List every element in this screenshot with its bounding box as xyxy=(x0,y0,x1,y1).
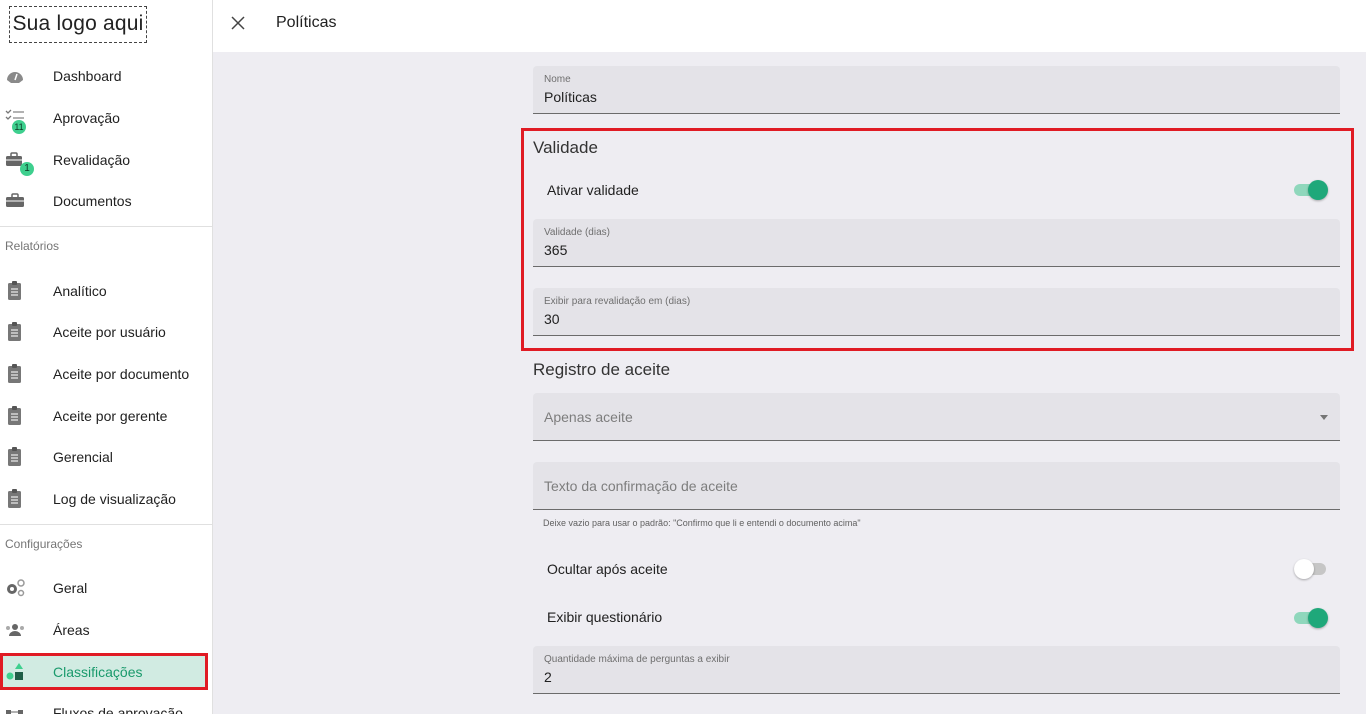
validade-section-title: Validade xyxy=(533,138,598,157)
sidebar-item-aprovacao[interactable]: 11 Aprovação xyxy=(0,97,212,138)
sidebar-item-label: Aceite por gerente xyxy=(53,407,168,424)
field-label: Validade (dias) xyxy=(544,227,610,238)
sidebar-item-label: Log de visualização xyxy=(53,490,176,507)
chevron-down-icon xyxy=(1320,415,1328,420)
field-value: 30 xyxy=(544,311,560,327)
ativar-validade-toggle[interactable] xyxy=(1294,180,1328,200)
sidebar-item-label: Aceite por usuário xyxy=(53,323,166,340)
clipboard-icon xyxy=(8,446,21,466)
exibir-questionario-toggle[interactable] xyxy=(1294,608,1328,628)
qtd-perguntas-field[interactable]: Quantidade máxima de perguntas a exibir … xyxy=(533,646,1340,694)
select-value: Apenas aceite xyxy=(544,409,633,425)
close-icon[interactable] xyxy=(229,14,247,32)
sidebar-item-fluxos[interactable]: Fluxos de aprovação xyxy=(0,692,212,714)
ativar-validade-label: Ativar validade xyxy=(547,182,639,198)
clipboard-icon xyxy=(8,363,21,383)
config-section-label: Configurações xyxy=(5,537,83,551)
sidebar-item-label: Analítico xyxy=(53,282,107,299)
sidebar-item-analitico[interactable]: Analítico xyxy=(0,270,212,311)
sidebar-item-aceite-por-documento[interactable]: Aceite por documento xyxy=(0,353,212,394)
sidebar-item-geral[interactable]: Geral xyxy=(0,567,212,608)
sidebar-item-label: Revalidação xyxy=(53,151,131,168)
users-icon xyxy=(6,623,24,636)
field-label: Exibir para revalidação em (dias) xyxy=(544,296,691,307)
field-placeholder: Texto da confirmação de aceite xyxy=(544,478,738,494)
registro-section-title: Registro de aceite xyxy=(533,360,671,379)
gauge-icon xyxy=(7,71,23,83)
sidebar-item-label: Documentos xyxy=(53,192,132,209)
field-label: Nome xyxy=(544,74,571,85)
sidebar-item-label: Fluxos de aprovação xyxy=(53,704,183,714)
sidebar-item-documentos[interactable]: Documentos xyxy=(0,180,212,221)
gears-icon xyxy=(7,578,25,596)
divider xyxy=(0,524,212,525)
sidebar-item-revalidacao[interactable]: 1 Revalidação xyxy=(0,139,212,180)
exibir-questionario-label: Exibir questionário xyxy=(547,609,663,625)
clipboard-icon xyxy=(8,321,21,341)
field-value: Políticas xyxy=(544,89,597,105)
main-content: Nome Políticas Validade Ativar validade … xyxy=(213,52,1366,714)
sidebar-item-label: Gerencial xyxy=(53,448,113,465)
validade-dias-field[interactable]: Validade (dias) 365 xyxy=(533,219,1340,267)
toggle-thumb xyxy=(1308,608,1328,628)
toggle-thumb xyxy=(1294,559,1314,579)
logo: Sua logo aqui xyxy=(9,6,147,43)
registro-aceite-select[interactable]: Apenas aceite xyxy=(533,393,1340,441)
toggle-thumb xyxy=(1308,180,1328,200)
sidebar-item-classificacoes[interactable]: Classificações xyxy=(0,653,208,690)
page-title: Políticas xyxy=(276,14,337,31)
sidebar-item-label: Áreas xyxy=(53,621,90,638)
texto-confirmacao-field[interactable]: Texto da confirmação de aceite xyxy=(533,462,1340,510)
ocultar-apos-aceite-toggle[interactable] xyxy=(1294,559,1326,579)
texto-confirmacao-hint: Deixe vazio para usar o padrão: "Confirm… xyxy=(543,518,861,528)
sidebar-item-areas[interactable]: Áreas xyxy=(0,609,212,650)
clipboard-icon xyxy=(8,280,21,300)
exibir-revalidacao-field[interactable]: Exibir para revalidação em (dias) 30 xyxy=(533,288,1340,336)
ocultar-apos-aceite-label: Ocultar após aceite xyxy=(547,561,668,577)
sidebar-item-label: Dashboard xyxy=(53,67,122,84)
nome-field[interactable]: Nome Políticas xyxy=(533,66,1340,114)
sidebar-item-label: Aceite por documento xyxy=(53,365,190,382)
sidebar-item-label: Geral xyxy=(53,579,88,596)
briefcase-icon xyxy=(6,192,24,207)
sidebar: Sua logo aqui Dashboard 11 Aprovação 1 R… xyxy=(0,0,213,714)
sidebar-item-log-de-visualizacao[interactable]: Log de visualização xyxy=(0,478,212,519)
field-value: 365 xyxy=(544,242,568,258)
field-value: 2 xyxy=(544,669,552,685)
sidebar-item-gerencial[interactable]: Gerencial xyxy=(0,436,212,477)
clipboard-icon xyxy=(8,488,21,508)
divider xyxy=(0,226,212,227)
revalidacao-badge: 1 xyxy=(20,162,34,176)
sidebar-item-aceite-por-usuario[interactable]: Aceite por usuário xyxy=(0,311,212,352)
sidebar-item-label: Aprovação xyxy=(53,109,120,126)
header: Políticas xyxy=(213,0,1366,52)
field-label: Quantidade máxima de perguntas a exibir xyxy=(544,654,730,665)
reports-section-label: Relatórios xyxy=(5,239,60,253)
clipboard-icon xyxy=(8,405,21,425)
shapes-icon xyxy=(6,662,23,680)
sidebar-item-aceite-por-gerente[interactable]: Aceite por gerente xyxy=(0,395,212,436)
aprovacao-badge: 11 xyxy=(12,120,26,134)
sidebar-item-dashboard[interactable]: Dashboard xyxy=(0,55,212,96)
sidebar-item-label: Classificações xyxy=(53,663,143,680)
flow-icon xyxy=(6,709,23,714)
